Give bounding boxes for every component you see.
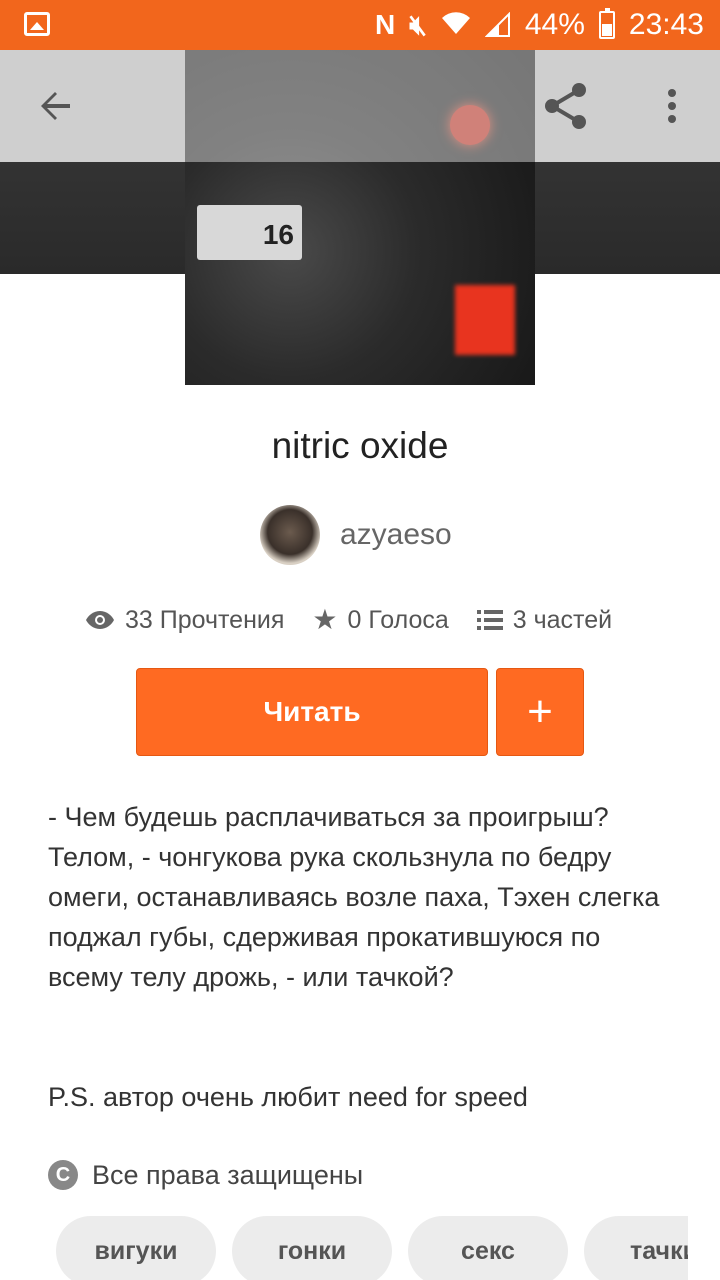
- story-note: P.S. автор очень любит need for speed: [48, 1082, 528, 1112]
- tag-chip[interactable]: гонки: [232, 1216, 392, 1280]
- copyright-icon: C: [48, 1160, 78, 1190]
- wifi-icon: [441, 10, 471, 41]
- signal-icon: [484, 11, 511, 38]
- copyright-text: Все права защищены: [92, 1159, 364, 1190]
- story-stats: 33 Прочтения ★ 0 Голоса 3 частей: [85, 600, 640, 640]
- add-to-library-button[interactable]: +: [496, 668, 584, 756]
- author-row[interactable]: azyaeso: [260, 505, 452, 565]
- back-button[interactable]: [26, 76, 86, 136]
- more-vert-icon: [668, 89, 676, 123]
- parts-stat[interactable]: 3 частей: [476, 606, 612, 635]
- tag-chip[interactable]: вигуки: [56, 1216, 216, 1280]
- tag-chip[interactable]: тачки: [584, 1216, 688, 1280]
- votes-stat: ★ 0 Голоса: [312, 606, 448, 635]
- story-description: - Чем будешь расплачиваться за проигрыш?…: [48, 802, 660, 992]
- nfc-icon: N: [375, 9, 396, 40]
- list-icon: [476, 610, 503, 630]
- cover-reflection: [455, 285, 515, 355]
- image-notification-icon: [24, 12, 50, 36]
- eye-icon: [86, 611, 114, 629]
- tags-list: вигукигонкисекстачки: [56, 1216, 688, 1280]
- reads-count: 33 Прочтения: [125, 605, 285, 634]
- clock: 23:43: [628, 8, 704, 41]
- cover-license-plate: 16: [197, 205, 302, 260]
- share-button[interactable]: [536, 76, 596, 136]
- tag-chip[interactable]: секс: [408, 1216, 568, 1280]
- battery-percent: 44%: [524, 8, 585, 41]
- story-title: nitric oxide: [271, 425, 449, 466]
- avatar[interactable]: [260, 505, 320, 565]
- toolbar: [0, 50, 720, 162]
- read-button[interactable]: Читать: [136, 668, 488, 756]
- plus-icon: +: [527, 687, 553, 736]
- arrow-back-icon: [41, 92, 70, 120]
- battery-icon: [598, 8, 615, 39]
- more-options-button[interactable]: [642, 76, 702, 136]
- copyright-row: C Все права защищены: [48, 1155, 363, 1195]
- reads-stat: 33 Прочтения: [85, 606, 284, 635]
- star-icon: ★: [312, 604, 338, 635]
- parts-count[interactable]: 3 частей: [513, 606, 612, 635]
- share-icon: [545, 83, 586, 129]
- votes-count: 0 Голоса: [347, 605, 449, 634]
- mute-icon: 🔇︎: [409, 9, 427, 40]
- status-icons: N 🔇︎ 44% 23:43: [375, 0, 704, 50]
- status-bar: N 🔇︎ 44% 23:43: [0, 0, 720, 50]
- author-name[interactable]: azyaeso: [340, 518, 452, 552]
